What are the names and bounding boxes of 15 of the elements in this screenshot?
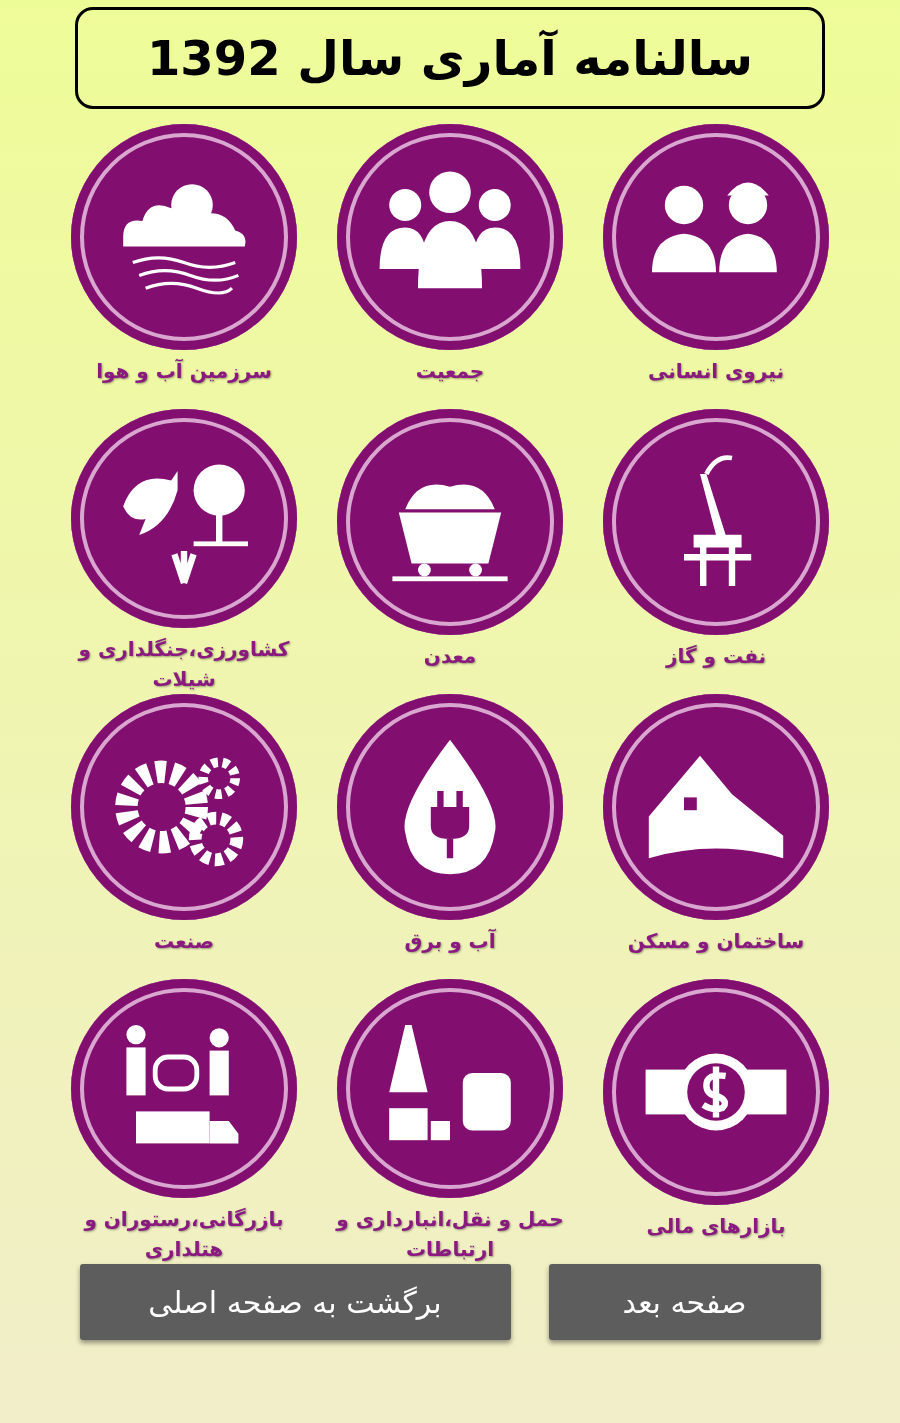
home-button[interactable]: برگشت به صفحه اصلی bbox=[79, 1264, 511, 1340]
page-title: سالنامه آماری سال 1392 bbox=[75, 7, 825, 109]
next-page-button[interactable]: صفحه بعد bbox=[548, 1264, 821, 1340]
category-label: آب و برق bbox=[403, 928, 497, 955]
category-label: ساختمان و مسکن bbox=[626, 928, 806, 955]
category-label: معدن bbox=[422, 643, 478, 670]
category-label: نفت و گاز bbox=[664, 643, 768, 670]
category-label: نیروی انسانی bbox=[647, 358, 785, 385]
category-label: بازرگانی،رستوران و هتلداری bbox=[82, 1206, 285, 1263]
category-label: جمعیت bbox=[414, 358, 486, 385]
category-label: سرزمین آب و هوا bbox=[95, 358, 273, 385]
category-label: صنعت bbox=[153, 928, 215, 955]
category-label: کشاورزی،جنگلداری و شیلات bbox=[76, 636, 291, 693]
category-label: بازارهای مالی bbox=[645, 1213, 787, 1240]
category-label: حمل و نقل،انبارداری و ارتباطات bbox=[335, 1206, 565, 1263]
